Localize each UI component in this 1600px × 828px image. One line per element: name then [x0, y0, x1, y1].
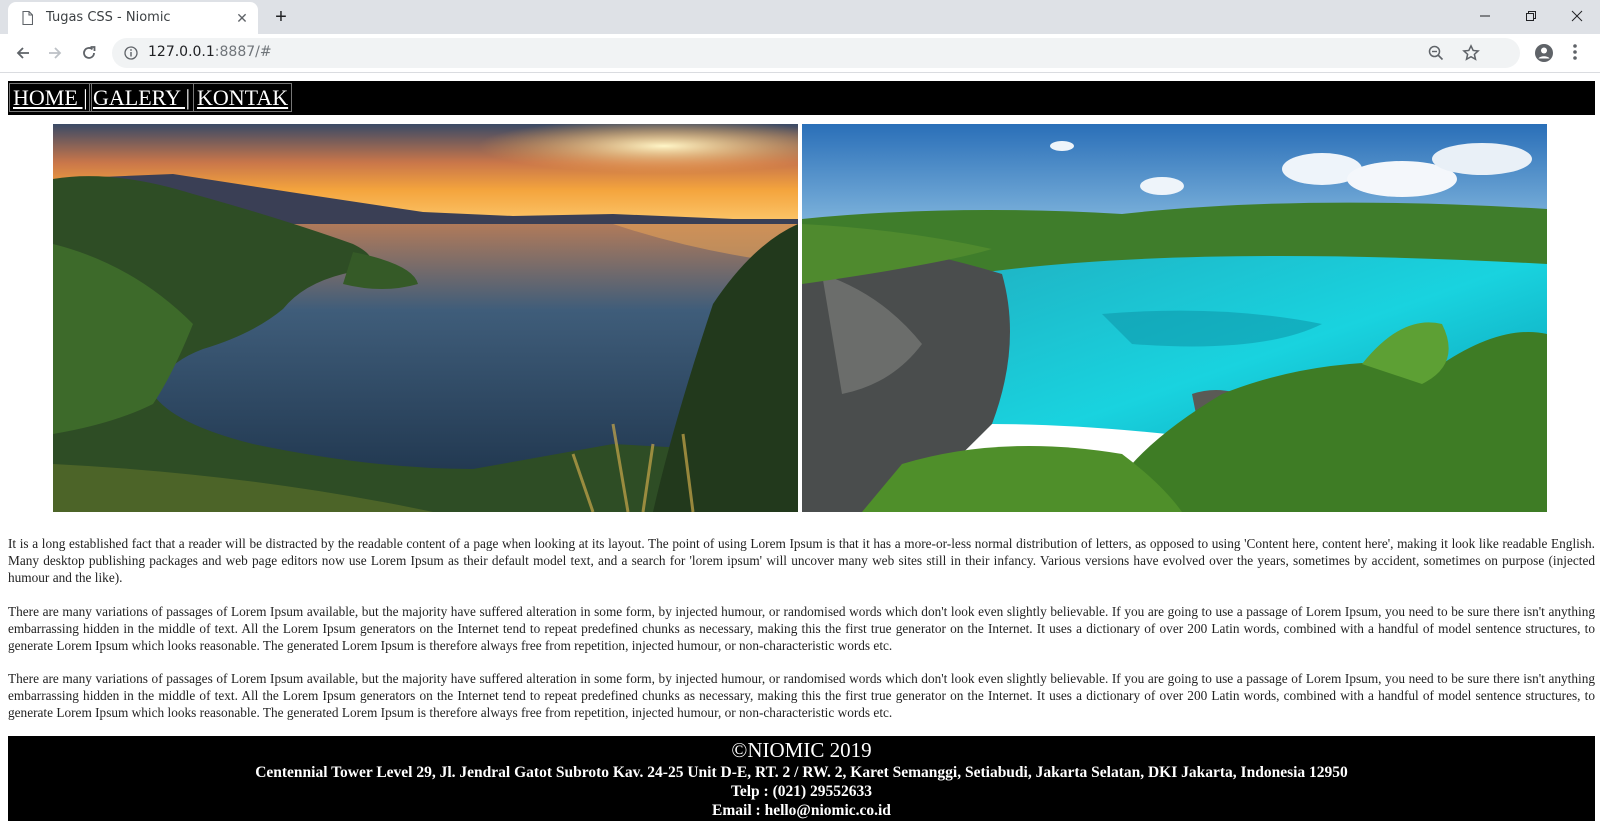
tab-title: Tugas CSS - Niomic: [46, 10, 171, 25]
page-icon: [22, 11, 33, 25]
address-bar[interactable]: 127.0.0.1:8887/#: [112, 38, 1520, 68]
nav-link-kontak[interactable]: KONTAK: [193, 83, 293, 112]
nav-link-galery[interactable]: GALERY |: [89, 83, 195, 112]
browser-tab[interactable]: Tugas CSS - Niomic ✕: [8, 2, 258, 34]
profile-avatar-icon[interactable]: [1534, 43, 1554, 63]
url-text[interactable]: 127.0.0.1:8887/#: [148, 44, 272, 60]
footer-phone: Telp : (021) 29552633: [730, 783, 873, 800]
zoom-out-icon[interactable]: [1428, 45, 1444, 61]
top-navigation: HOME | GALERY | KONTAK: [8, 81, 1595, 115]
content-paragraph: There are many variations of passages of…: [8, 671, 1595, 720]
content-paragraph: It is a long established fact that a rea…: [8, 536, 1595, 585]
forward-arrow-icon[interactable]: [42, 40, 68, 66]
content-paragraph: There are many variations of passages of…: [8, 604, 1595, 653]
footer-email: Email : hello@niomic.co.id: [712, 802, 891, 819]
info-icon[interactable]: [124, 46, 138, 60]
new-tab-icon[interactable]: +: [270, 6, 292, 28]
minimize-icon[interactable]: [1462, 0, 1508, 32]
footer-copyright: ©NIOMIC 2019: [731, 738, 872, 762]
close-tab-icon[interactable]: ✕: [234, 10, 250, 26]
more-menu-icon[interactable]: [1572, 43, 1578, 61]
footer-address: Centennial Tower Level 29, Jl. Jendral G…: [255, 764, 1348, 781]
back-arrow-icon[interactable]: [10, 40, 36, 66]
close-window-icon[interactable]: [1554, 0, 1600, 32]
browser-toolbar: 127.0.0.1:8887/#: [0, 34, 1600, 73]
gallery-image-turquoise-lagoon: [802, 124, 1547, 512]
url-path: :8887/#: [214, 44, 272, 60]
footer: ©NIOMIC 2019 Centennial Tower Level 29, …: [8, 736, 1595, 821]
nav-link-home[interactable]: HOME |: [9, 83, 92, 112]
reload-icon[interactable]: [76, 40, 102, 66]
url-host: 127.0.0.1: [148, 44, 215, 60]
gallery-image-sunset-lake: [53, 124, 798, 512]
bookmark-star-icon[interactable]: [1462, 44, 1480, 62]
restore-icon[interactable]: [1508, 0, 1554, 32]
browser-tab-strip: Tugas CSS - Niomic ✕ +: [0, 0, 1600, 34]
page-viewport: HOME | GALERY | KONTAK It is a long esta…: [0, 73, 1600, 828]
